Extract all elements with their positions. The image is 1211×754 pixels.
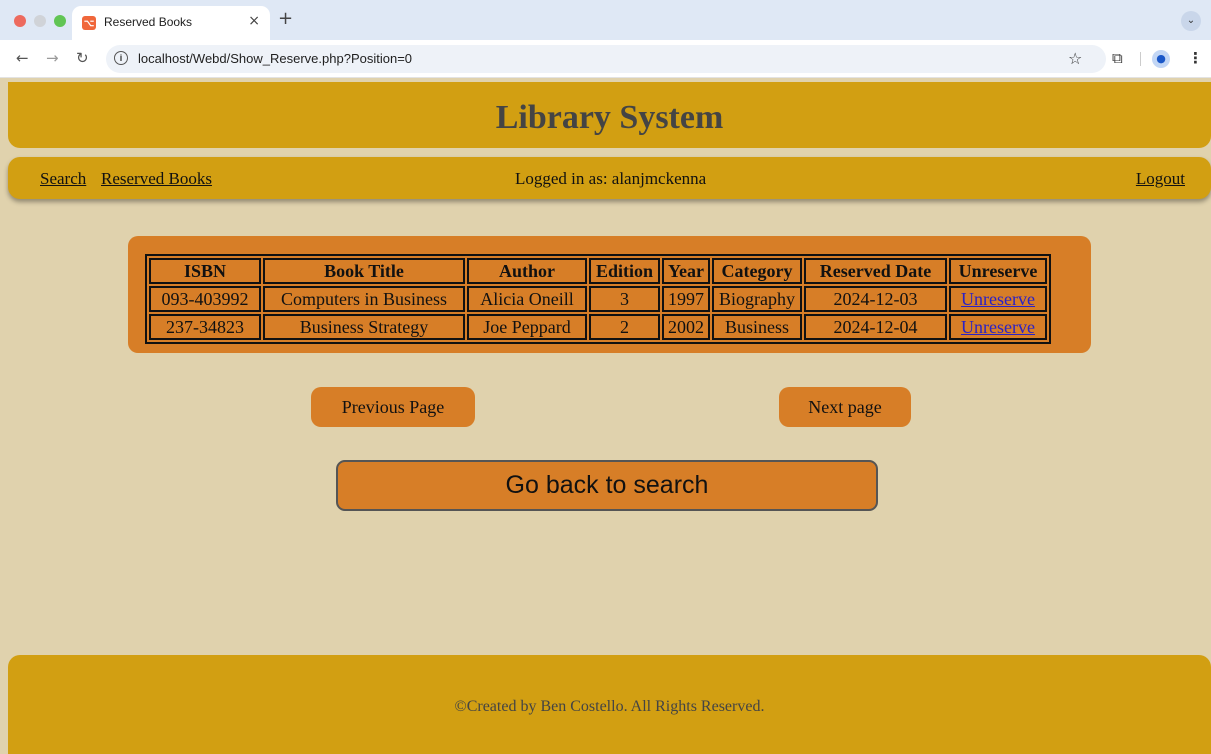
column-header-book-title: Book Title bbox=[263, 258, 465, 284]
column-header-category: Category bbox=[712, 258, 802, 284]
table-row: 093-403992 Computers in Business Alicia … bbox=[149, 286, 1047, 312]
reserved-books-table: ISBN Book Title Author Edition Year Cate… bbox=[145, 254, 1051, 344]
page-body: Library System Search Reserved Books Log… bbox=[0, 78, 1211, 754]
address-bar[interactable]: i localhost/Webd/Show_Reserve.php?Positi… bbox=[106, 45, 1106, 73]
window-minimize-button[interactable] bbox=[34, 15, 46, 27]
table-header-row: ISBN Book Title Author Edition Year Cate… bbox=[149, 258, 1047, 284]
chevron-down-icon[interactable]: ⌄ bbox=[1181, 11, 1201, 31]
cell-isbn: 093-403992 bbox=[149, 286, 261, 312]
close-tab-icon[interactable]: × bbox=[248, 13, 260, 29]
forward-arrow-icon[interactable]: → bbox=[46, 49, 59, 67]
nav-search-link[interactable]: Search bbox=[40, 169, 86, 189]
url-text: localhost/Webd/Show_Reserve.php?Position… bbox=[138, 51, 413, 66]
cell-book-title: Computers in Business bbox=[263, 286, 465, 312]
go-back-to-search-button[interactable]: Go back to search bbox=[336, 460, 878, 511]
cell-book-title: Business Strategy bbox=[263, 314, 465, 340]
back-arrow-icon[interactable]: ← bbox=[16, 49, 29, 67]
cell-author: Alicia Oneill bbox=[467, 286, 587, 312]
cell-category: Biography bbox=[712, 286, 802, 312]
cell-category: Business bbox=[712, 314, 802, 340]
logout-link[interactable]: Logout bbox=[1136, 169, 1185, 189]
tab-title: Reserved Books bbox=[104, 15, 193, 29]
cell-edition: 3 bbox=[589, 286, 660, 312]
extensions-puzzle-icon[interactable]: ⧉ bbox=[1112, 49, 1123, 67]
copyright-text: ©Created by Ben Costello. All Rights Res… bbox=[454, 698, 765, 715]
nav-bar: Search Reserved Books Logged in as: alan… bbox=[8, 157, 1211, 199]
cell-reserved-date: 2024-12-03 bbox=[804, 286, 947, 312]
previous-page-button[interactable]: Previous Page bbox=[311, 387, 475, 427]
profile-avatar-icon[interactable]: ● bbox=[1152, 50, 1170, 68]
window-close-button[interactable] bbox=[14, 15, 26, 27]
cell-unreserve: Unreserve bbox=[949, 286, 1047, 312]
column-header-edition: Edition bbox=[589, 258, 660, 284]
logged-in-user-text: Logged in as: alanjmckenna bbox=[515, 169, 707, 188]
window-maximize-button[interactable] bbox=[54, 15, 66, 27]
menu-kebab-icon[interactable]: ⋮ bbox=[1188, 49, 1203, 67]
column-header-unreserve: Unreserve bbox=[949, 258, 1047, 284]
site-title: Library System bbox=[495, 99, 724, 136]
browser-toolbar: ← → ↻ i localhost/Webd/Show_Reserve.php?… bbox=[0, 40, 1211, 78]
column-header-reserved-date: Reserved Date bbox=[804, 258, 947, 284]
column-header-isbn: ISBN bbox=[149, 258, 261, 284]
unreserve-link[interactable]: Unreserve bbox=[961, 289, 1035, 309]
site-header: Library System bbox=[8, 82, 1211, 148]
browser-tab-bar: ⌥ Reserved Books × + ⌄ bbox=[0, 0, 1211, 40]
reserved-books-panel: ISBN Book Title Author Edition Year Cate… bbox=[128, 236, 1091, 353]
xampp-favicon-icon: ⌥ bbox=[82, 16, 96, 30]
cell-unreserve: Unreserve bbox=[949, 314, 1047, 340]
cell-edition: 2 bbox=[589, 314, 660, 340]
toolbar-divider bbox=[1140, 52, 1141, 66]
column-header-author: Author bbox=[467, 258, 587, 284]
site-info-icon[interactable]: i bbox=[114, 51, 128, 65]
site-footer: ©Created by Ben Costello. All Rights Res… bbox=[8, 655, 1211, 754]
cell-author: Joe Peppard bbox=[467, 314, 587, 340]
column-header-year: Year bbox=[662, 258, 710, 284]
next-page-button[interactable]: Next page bbox=[779, 387, 911, 427]
cell-isbn: 237-34823 bbox=[149, 314, 261, 340]
table-row: 237-34823 Business Strategy Joe Peppard … bbox=[149, 314, 1047, 340]
unreserve-link[interactable]: Unreserve bbox=[961, 317, 1035, 337]
browser-tab[interactable]: ⌥ Reserved Books × bbox=[72, 6, 270, 40]
cell-year: 1997 bbox=[662, 286, 710, 312]
bookmark-star-icon[interactable]: ☆ bbox=[1068, 49, 1082, 68]
nav-reserved-books-link[interactable]: Reserved Books bbox=[101, 169, 212, 189]
new-tab-icon[interactable]: + bbox=[278, 8, 293, 29]
reload-icon[interactable]: ↻ bbox=[76, 49, 89, 67]
cell-reserved-date: 2024-12-04 bbox=[804, 314, 947, 340]
cell-year: 2002 bbox=[662, 314, 710, 340]
